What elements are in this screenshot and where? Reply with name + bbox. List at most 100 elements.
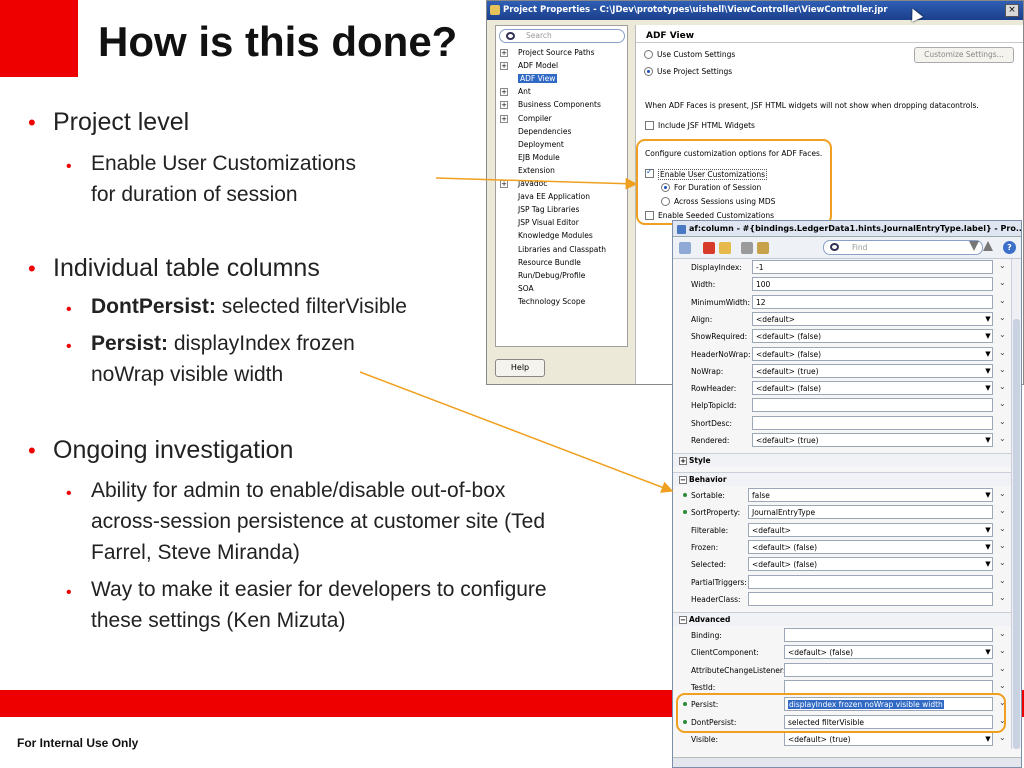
chevron-down-icon[interactable]: ⌄ [999, 681, 1006, 690]
dropdown-arrow-icon[interactable]: ▼ [983, 313, 993, 325]
property-row: Sortable: false ▼ ⌄ [673, 487, 1021, 504]
use-project-settings-radio[interactable] [644, 67, 653, 76]
chevron-down-icon[interactable]: ⌄ [999, 664, 1006, 673]
property-input[interactable] [752, 398, 993, 413]
property-select[interactable]: <default> [748, 522, 993, 537]
dropdown-arrow-icon[interactable]: ▼ [983, 434, 993, 446]
edit-icon[interactable] [719, 242, 731, 254]
use-custom-settings-radio[interactable] [644, 50, 653, 59]
help-button[interactable]: Help [495, 359, 545, 377]
property-input[interactable] [784, 628, 993, 642]
chevron-down-icon[interactable]: ⌄ [999, 330, 1006, 339]
expand-icon[interactable]: + [500, 49, 508, 57]
property-select[interactable]: <default> (false) [752, 381, 993, 396]
expand-icon[interactable]: + [500, 114, 508, 123]
property-row: Frozen: <default> (false) ▼ ⌄ [673, 539, 1021, 556]
chevron-down-icon[interactable]: ⌄ [999, 629, 1006, 638]
property-select[interactable]: <default> (false) [748, 539, 993, 554]
property-input[interactable]: 12 [752, 294, 993, 309]
chevron-down-icon[interactable]: ⌄ [999, 278, 1006, 287]
property-input[interactable] [752, 415, 993, 430]
section-behavior[interactable]: − Behavior [673, 472, 1021, 486]
inspector-scrollbar[interactable] [1011, 259, 1021, 749]
property-select[interactable]: <default> (false) [748, 557, 993, 572]
property-select[interactable]: false [748, 488, 993, 502]
scroll-thumb[interactable] [1013, 319, 1020, 749]
chevron-down-icon[interactable]: ⌄ [999, 646, 1006, 655]
dropdown-arrow-icon[interactable]: ▼ [983, 541, 993, 553]
dropdown-arrow-icon[interactable]: ▼ [983, 348, 993, 360]
bind-icon[interactable] [757, 242, 769, 254]
property-select[interactable]: <default> (true) [784, 731, 993, 746]
property-input[interactable] [784, 679, 993, 694]
property-select[interactable]: <default> (false) [752, 346, 993, 361]
chevron-down-icon[interactable]: ⌄ [999, 417, 1006, 426]
inspector-status-bar [673, 757, 1021, 767]
chevron-down-icon[interactable]: ⌄ [999, 434, 1006, 443]
property-select[interactable]: <default> [752, 311, 993, 326]
chevron-down-icon[interactable]: ⌄ [999, 593, 1006, 602]
property-label: ClientComponent: [691, 648, 759, 658]
dropdown-arrow-icon[interactable]: ▼ [983, 646, 993, 658]
chevron-down-icon[interactable]: ⌄ [999, 524, 1006, 533]
close-button[interactable]: × [1005, 4, 1019, 17]
chevron-down-icon[interactable]: ⌄ [999, 399, 1006, 408]
expand-icon[interactable]: + [500, 180, 508, 188]
expand-icon[interactable]: + [500, 88, 508, 97]
dropdown-arrow-icon[interactable]: ▼ [983, 382, 993, 394]
chevron-down-icon[interactable]: ⌄ [999, 558, 1006, 567]
dropdown-arrow-icon[interactable]: ▼ [983, 733, 993, 745]
property-select[interactable]: <default> (true) [752, 433, 993, 447]
property-input[interactable]: JournalEntryType [748, 505, 993, 520]
dropdown-arrow-icon[interactable]: ▼ [983, 330, 993, 342]
property-row: ShowRequired: <default> (false) ▼ ⌄ [673, 328, 1021, 345]
bullet-dot: • [28, 110, 36, 135]
dropdown-arrow-icon[interactable]: ▼ [983, 489, 993, 501]
arrow-to-behavior-section [359, 371, 674, 493]
property-input[interactable]: 100 [752, 277, 993, 292]
chevron-down-icon[interactable]: ⌄ [999, 296, 1006, 305]
chevron-down-icon[interactable]: ⌄ [999, 348, 1006, 357]
dropdown-arrow-icon[interactable]: ▼ [983, 558, 993, 570]
modified-indicator-icon [683, 493, 687, 497]
next-match-icon[interactable] [969, 241, 979, 251]
chevron-down-icon[interactable]: ⌄ [999, 365, 1006, 374]
chevron-down-icon[interactable]: ⌄ [999, 382, 1006, 391]
property-label: AttributeChangeListener: [691, 665, 786, 675]
chevron-down-icon[interactable]: ⌄ [999, 506, 1006, 515]
property-select[interactable]: <default> (true) [752, 363, 993, 378]
search-input[interactable]: Search [499, 29, 625, 43]
dropdown-arrow-icon[interactable]: ▼ [983, 365, 993, 377]
chevron-down-icon[interactable]: ⌄ [999, 541, 1006, 550]
include-jsf-checkbox[interactable] [645, 121, 654, 130]
property-label: HeaderClass: [691, 594, 741, 604]
expand-icon[interactable]: + [500, 101, 508, 110]
structure-icon[interactable] [679, 242, 691, 254]
pin-icon[interactable] [703, 242, 715, 254]
expand-icon[interactable]: + [500, 62, 508, 71]
property-input[interactable] [748, 574, 993, 589]
previous-match-icon[interactable] [983, 241, 993, 251]
property-input[interactable]: -1 [752, 260, 993, 274]
property-label: SortProperty: [691, 508, 741, 518]
chevron-down-icon[interactable]: ⌄ [999, 313, 1006, 322]
property-select[interactable]: <default> (false) [784, 645, 993, 660]
chevron-down-icon[interactable]: ⌄ [999, 576, 1006, 585]
property-input[interactable] [748, 591, 993, 606]
property-label: Selected: [691, 560, 727, 570]
property-label: Width: [691, 280, 716, 290]
chevron-down-icon[interactable]: ⌄ [999, 489, 1006, 498]
customize-settings-button[interactable]: Customize Settings... [914, 47, 1014, 63]
pencil-icon[interactable] [741, 242, 753, 254]
property-input[interactable] [784, 662, 993, 677]
chevron-down-icon[interactable]: ⌄ [999, 733, 1006, 742]
section-advanced[interactable]: − Advanced [673, 612, 1021, 626]
property-select[interactable]: <default> (false) [752, 329, 993, 344]
dropdown-arrow-icon[interactable]: ▼ [983, 524, 993, 536]
section-style[interactable]: + Style [673, 453, 1021, 467]
find-input[interactable]: Find [823, 240, 983, 255]
property-row: Rendered: <default> (true) ▼ ⌄ [673, 432, 1021, 449]
help-icon[interactable]: ? [1003, 241, 1016, 254]
chevron-down-icon[interactable]: ⌄ [999, 261, 1006, 270]
property-label: MinimumWidth: [691, 297, 751, 307]
